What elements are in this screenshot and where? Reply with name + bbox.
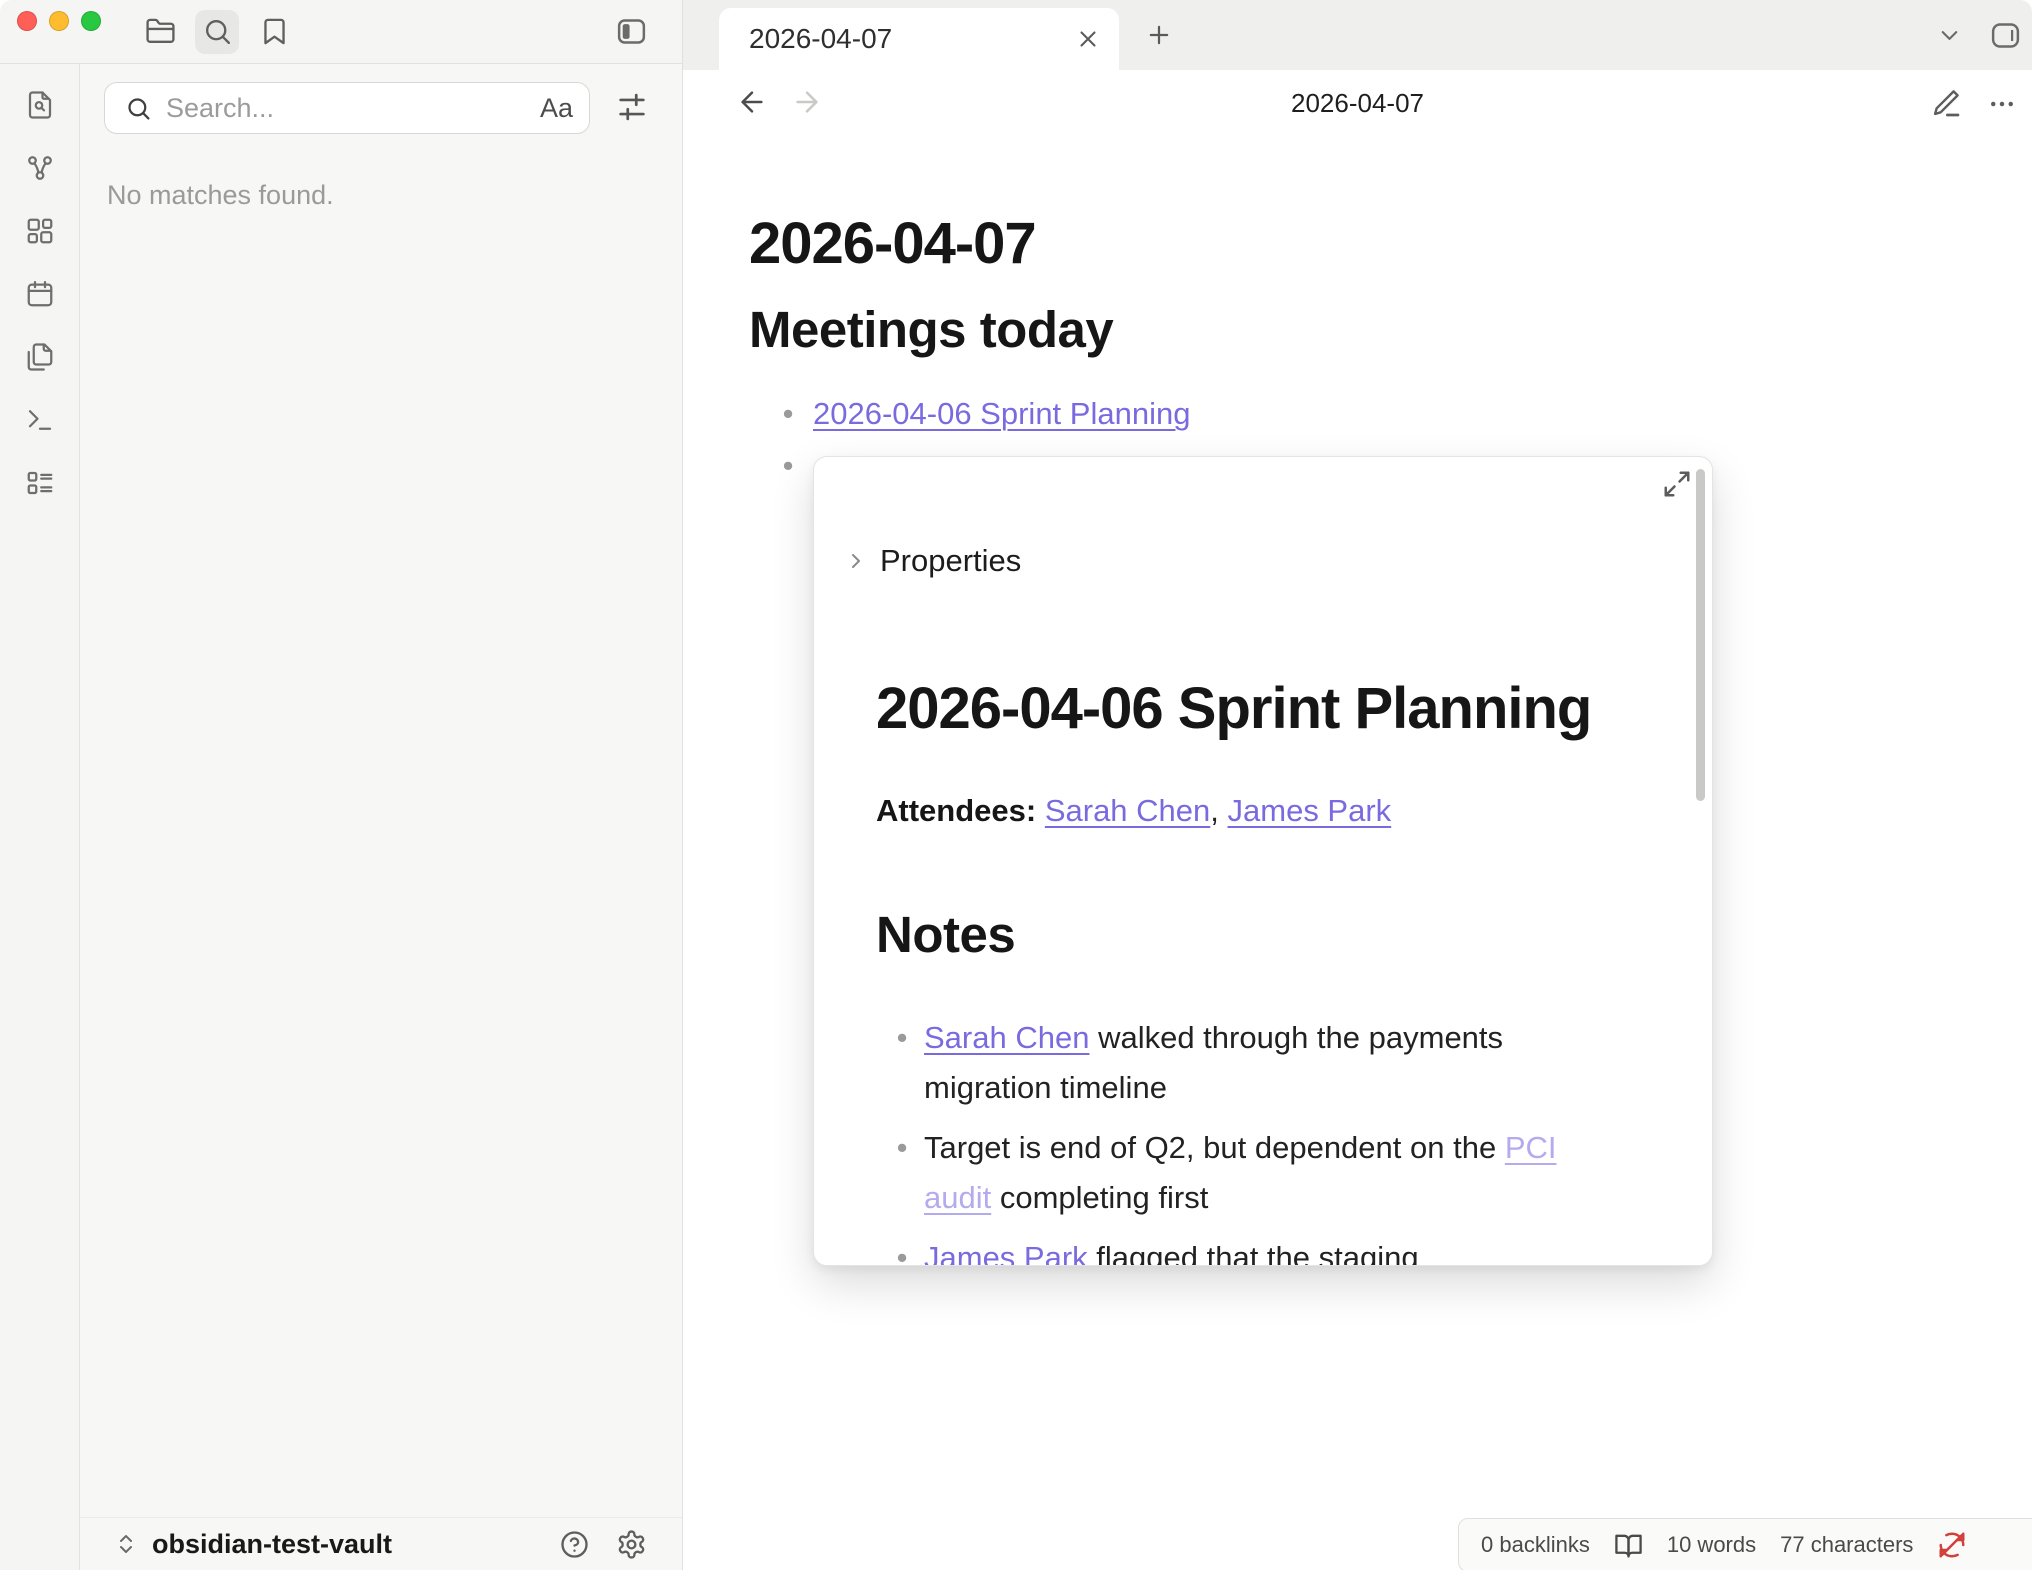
word-count: 10 words — [1667, 1532, 1756, 1558]
search-settings-icon[interactable] — [615, 90, 649, 124]
tab-title: 2026-04-07 — [749, 23, 892, 55]
plus-icon[interactable] — [1145, 21, 1173, 49]
note-section-h2: Meetings today — [749, 300, 1113, 359]
book-open-icon[interactable] — [1614, 1531, 1643, 1560]
status-bar: 0 backlinks 10 words 77 characters — [1458, 1518, 2032, 1570]
pencil-icon[interactable] — [1930, 87, 1962, 119]
tab-bar: 2026-04-07 — [683, 0, 2032, 70]
search-panel: Search... Aa No matches found. obsidian-… — [80, 64, 682, 1570]
meeting-note-link[interactable]: 2026-04-06 Sprint Planning — [813, 396, 1190, 432]
person-link[interactable]: James Park — [924, 1240, 1088, 1266]
backlinks-status[interactable]: 0 backlinks — [1481, 1532, 1590, 1558]
view-header: 2026-04-07 — [683, 70, 2032, 136]
sync-off-icon[interactable] — [1937, 1530, 1967, 1560]
tab-bar-right — [1936, 0, 2022, 70]
popup-scrollbar[interactable] — [1696, 469, 1705, 801]
folder-icon[interactable] — [138, 10, 182, 54]
copy-files-icon[interactable] — [25, 342, 55, 372]
close-icon[interactable] — [1075, 26, 1101, 52]
note-content: 2026-04-07 Meetings today • 2026-04-06 S… — [683, 136, 2032, 1570]
bullet-dot: • — [781, 396, 795, 432]
expand-icon[interactable] — [1662, 469, 1692, 499]
help-icon[interactable] — [559, 1529, 590, 1560]
daily-note-calendar-icon[interactable] — [25, 279, 55, 309]
chevrons-up-down-icon[interactable] — [114, 1532, 138, 1556]
titlebar-toolbar — [138, 0, 296, 63]
list-item: • 2026-04-06 Sprint Planning — [781, 388, 1190, 440]
bullet-dot: • — [896, 1233, 908, 1266]
attendee-link[interactable]: James Park — [1228, 793, 1392, 828]
hover-preview-popup: Properties 2026-04-06 Sprint Planning At… — [813, 456, 1713, 1266]
panel-right-toggle-icon[interactable] — [1989, 19, 2022, 52]
ellipsis-icon[interactable] — [1988, 90, 2016, 118]
attendee-link[interactable]: Sarah Chen — [1045, 793, 1210, 828]
gear-icon[interactable] — [616, 1529, 647, 1560]
chevron-right-icon — [844, 549, 868, 573]
attendee-separator: , — [1210, 793, 1227, 828]
person-link[interactable]: Sarah Chen — [924, 1020, 1089, 1055]
match-case-button[interactable]: Aa — [540, 93, 573, 124]
bullet-dot: • — [896, 1123, 908, 1223]
close-window-button[interactable] — [17, 11, 37, 31]
bookmark-icon[interactable] — [252, 10, 296, 54]
bullet-dot: • — [896, 1013, 908, 1113]
note-title-h1: 2026-04-07 — [749, 210, 1036, 277]
bullet-dot: • — [781, 448, 795, 484]
ribbon — [0, 64, 80, 1570]
canvas-icon[interactable] — [25, 216, 55, 246]
titlebar — [0, 0, 682, 64]
search-input[interactable]: Search... Aa — [104, 82, 590, 134]
search-icon[interactable] — [195, 10, 239, 54]
panel-left-toggle-icon[interactable] — [615, 0, 648, 63]
graph-icon[interactable] — [25, 153, 55, 183]
vault-bar: obsidian-test-vault — [80, 1517, 682, 1570]
character-count: 77 characters — [1780, 1532, 1913, 1558]
list-item: • Target is end of Q2, but dependent on … — [896, 1123, 1576, 1223]
list-item: • James Park flagged that the staging — [896, 1233, 1576, 1266]
search-empty-state: No matches found. — [107, 180, 334, 211]
zoom-window-button[interactable] — [81, 11, 101, 31]
terminal-icon[interactable] — [25, 405, 55, 435]
bullet-text: flagged that the staging — [1088, 1240, 1419, 1266]
bullet-text: Target is end of Q2, but dependent on th… — [924, 1130, 1505, 1165]
view-header-title: 2026-04-07 — [683, 70, 2032, 136]
minimize-window-button[interactable] — [49, 11, 69, 31]
popup-notes-heading: Notes — [876, 905, 1015, 964]
window-controls — [17, 11, 101, 31]
chevron-down-icon[interactable] — [1936, 22, 1963, 49]
search-placeholder: Search... — [166, 93, 526, 124]
tab-active[interactable]: 2026-04-07 — [719, 8, 1119, 70]
list-details-icon[interactable] — [25, 468, 55, 498]
main-pane: 2026-04-07 — [682, 0, 2032, 1570]
bullet-text: completing first — [991, 1180, 1208, 1215]
properties-heading[interactable]: Properties — [844, 543, 1021, 579]
popup-note-title: 2026-04-06 Sprint Planning — [876, 675, 1591, 742]
obsidian-window: Search... Aa No matches found. obsidian-… — [0, 0, 2032, 1570]
vault-name[interactable]: obsidian-test-vault — [152, 1529, 392, 1560]
properties-label: Properties — [880, 543, 1021, 579]
attendees-label: Attendees: — [876, 793, 1036, 828]
file-search-icon[interactable] — [25, 90, 55, 120]
popup-notes-list: • Sarah Chen walked through the payments… — [896, 1013, 1576, 1266]
list-item: • Sarah Chen walked through the payments… — [896, 1013, 1576, 1113]
search-input-icon — [125, 95, 152, 122]
popup-attendees-line: Attendees: Sarah Chen, James Park — [876, 787, 1391, 835]
